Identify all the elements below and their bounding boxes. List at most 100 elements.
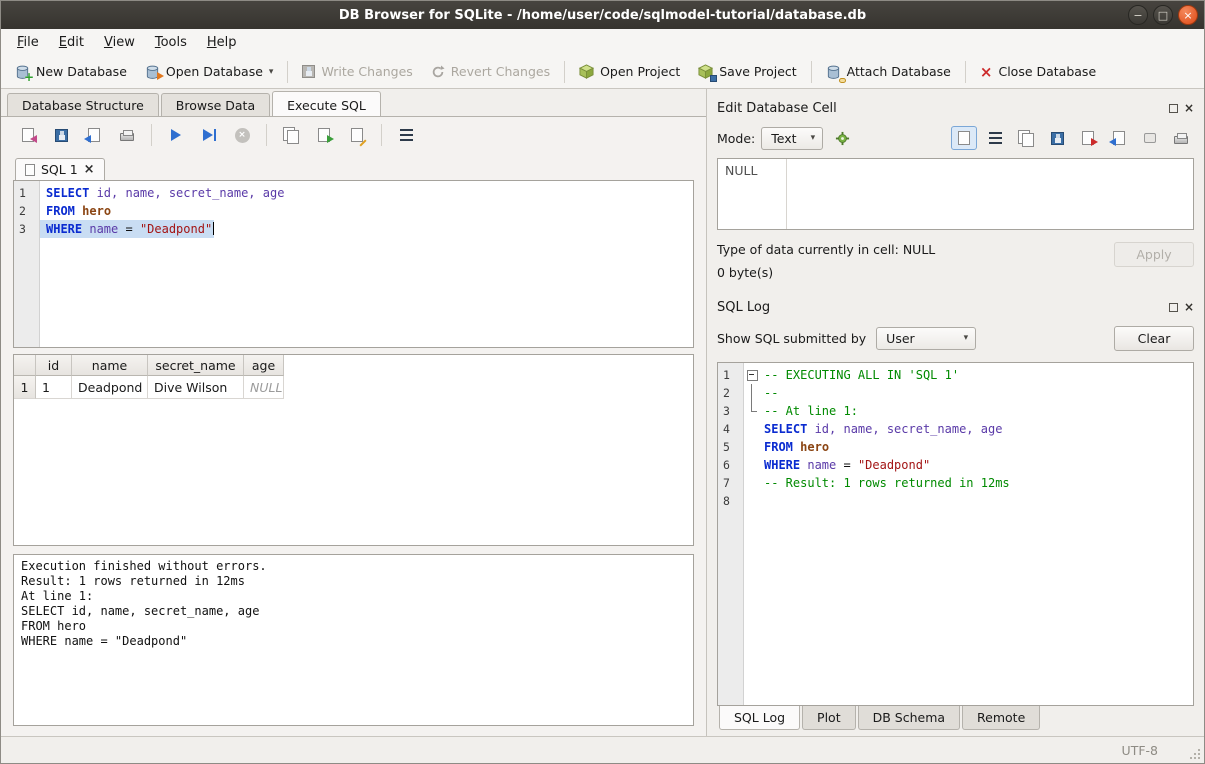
cell-editor-area[interactable]: NULL [717, 158, 1194, 230]
tab-execute-sql[interactable]: Execute SQL [272, 91, 381, 116]
button-label: Attach Database [847, 64, 951, 79]
code-segment: SELECT [764, 422, 807, 436]
sql-log-header: SQL Log × [717, 297, 1194, 317]
code-segment: -- Result: 1 rows returned in 12ms [764, 476, 1010, 490]
edit-cell-header: Edit Database Cell × [717, 98, 1194, 118]
code-segment: = [843, 458, 857, 472]
log-line: 2-- [718, 384, 1193, 402]
toolbar-separator [564, 61, 565, 83]
fold-column [744, 420, 760, 438]
log-filter-select[interactable]: User ▾ [876, 327, 976, 350]
close-panel-icon[interactable]: × [1184, 103, 1194, 113]
save-cell-button[interactable] [1044, 126, 1070, 150]
open-project-icon [579, 64, 594, 79]
tab-database-structure[interactable]: Database Structure [7, 93, 159, 116]
save-results-button[interactable] [81, 123, 107, 147]
close-database-icon: × [980, 65, 993, 79]
menu-view[interactable]: View [94, 31, 145, 54]
attach-database-button[interactable]: Attach Database [818, 60, 959, 84]
chevron-down-icon[interactable]: ▾ [269, 67, 274, 77]
resize-grip-icon[interactable] [1188, 747, 1200, 759]
print-button[interactable] [114, 123, 140, 147]
table-cell[interactable]: Dive Wilson [148, 376, 244, 399]
save-sql-file-button[interactable] [48, 123, 74, 147]
sql-log-view[interactable]: 1-- EXECUTING ALL IN 'SQL 1'2--3-- At li… [717, 362, 1194, 706]
log-line: 7-- Result: 1 rows returned in 12ms [718, 474, 1193, 492]
line-number: 2 [14, 202, 40, 220]
open-project-button[interactable]: Open Project [571, 60, 688, 83]
chevron-down-icon: ▾ [811, 133, 816, 143]
editor-line[interactable]: 2FROM hero [14, 202, 693, 220]
table-cell[interactable]: 1 [36, 376, 72, 399]
open-sql-file-button[interactable] [15, 123, 41, 147]
undock-panel-icon[interactable] [1169, 303, 1178, 312]
sql-tab[interactable]: SQL 1 × [15, 158, 105, 180]
editor-line[interactable]: 1SELECT id, name, secret_name, age [14, 184, 693, 202]
text-view-button[interactable] [951, 126, 977, 150]
save-project-button[interactable]: Save Project [690, 60, 804, 83]
code-segment: name [800, 458, 843, 472]
button-label: Revert Changes [451, 64, 550, 79]
tab-plot[interactable]: Plot [802, 706, 856, 730]
apply-format-button[interactable] [829, 126, 855, 150]
column-header[interactable]: name [72, 355, 148, 376]
encoding-indicator[interactable]: UTF-8 [1122, 743, 1158, 758]
open-tab-button[interactable] [311, 123, 337, 147]
close-database-button[interactable]: × Close Database [972, 60, 1104, 83]
column-header[interactable]: secret_name [148, 355, 244, 376]
tab-db-schema[interactable]: DB Schema [858, 706, 960, 730]
format-sql-button[interactable] [393, 123, 419, 147]
button-label: Close Database [998, 64, 1096, 79]
execute-all-button[interactable] [163, 123, 189, 147]
attach-database-icon [826, 64, 841, 80]
tab-browse-data[interactable]: Browse Data [161, 93, 270, 116]
window-maximize-icon[interactable]: □ [1153, 5, 1173, 25]
set-null-button[interactable] [1137, 126, 1163, 150]
column-header[interactable]: id [36, 355, 72, 376]
tab-remote[interactable]: Remote [962, 706, 1040, 730]
code-segment: -- [764, 386, 778, 400]
window-close-icon[interactable]: × [1178, 5, 1198, 25]
clear-log-button[interactable]: Clear [1114, 326, 1194, 351]
copy-button[interactable] [1013, 126, 1039, 150]
menu-edit[interactable]: Edit [49, 31, 94, 54]
toolbar-separator [381, 124, 382, 146]
tab-sql-log[interactable]: SQL Log [719, 705, 800, 730]
window-minimize-icon[interactable]: − [1128, 5, 1148, 25]
mode-select[interactable]: Text ▾ [761, 127, 823, 150]
text-cursor [213, 222, 214, 235]
find-replace-button[interactable] [344, 123, 370, 147]
results-table[interactable]: idnamesecret_nameage11DeadpondDive Wilso… [13, 354, 694, 546]
new-tab-button[interactable] [278, 123, 304, 147]
editor-line[interactable]: 3WHERE name = "Deadpond" [14, 220, 693, 238]
toolbar-separator [811, 61, 812, 83]
chevron-down-icon: ▾ [964, 333, 969, 343]
print-cell-button[interactable] [1168, 126, 1194, 150]
menu-help[interactable]: Help [197, 31, 247, 54]
cell-value: NULL [725, 163, 757, 178]
main-area: Database Structure Browse Data Execute S… [1, 89, 1204, 736]
write-changes-icon [302, 65, 315, 78]
fold-toggle-icon[interactable] [744, 366, 760, 384]
row-number[interactable]: 1 [14, 376, 36, 399]
undock-panel-icon[interactable] [1169, 104, 1178, 113]
column-header[interactable]: age [244, 355, 284, 376]
table-cell[interactable]: NULL [244, 376, 284, 399]
table-cell[interactable]: Deadpond [72, 376, 148, 399]
menu-tools[interactable]: Tools [145, 31, 197, 54]
cell-info-section: Type of data currently in cell: NULL 0 b… [717, 242, 1194, 288]
code-segment: "Deadpond" [140, 222, 212, 236]
execute-line-button[interactable] [196, 123, 222, 147]
open-database-button[interactable]: Open Database ▾ [137, 60, 282, 84]
new-database-button[interactable]: + New Database [7, 60, 135, 84]
word-wrap-button[interactable] [982, 126, 1008, 150]
results-corner-cell [14, 355, 36, 376]
export-cell-button[interactable] [1075, 126, 1101, 150]
sql-tab-close-icon[interactable]: × [84, 164, 95, 176]
sql-editor[interactable]: 1SELECT id, name, secret_name, age2FROM … [13, 180, 694, 348]
status-bar: UTF-8 [1, 736, 1204, 763]
menu-file[interactable]: File [7, 31, 49, 54]
close-panel-icon[interactable]: × [1184, 302, 1194, 312]
menu-bar: File Edit View Tools Help [1, 29, 1204, 55]
import-cell-button[interactable] [1106, 126, 1132, 150]
